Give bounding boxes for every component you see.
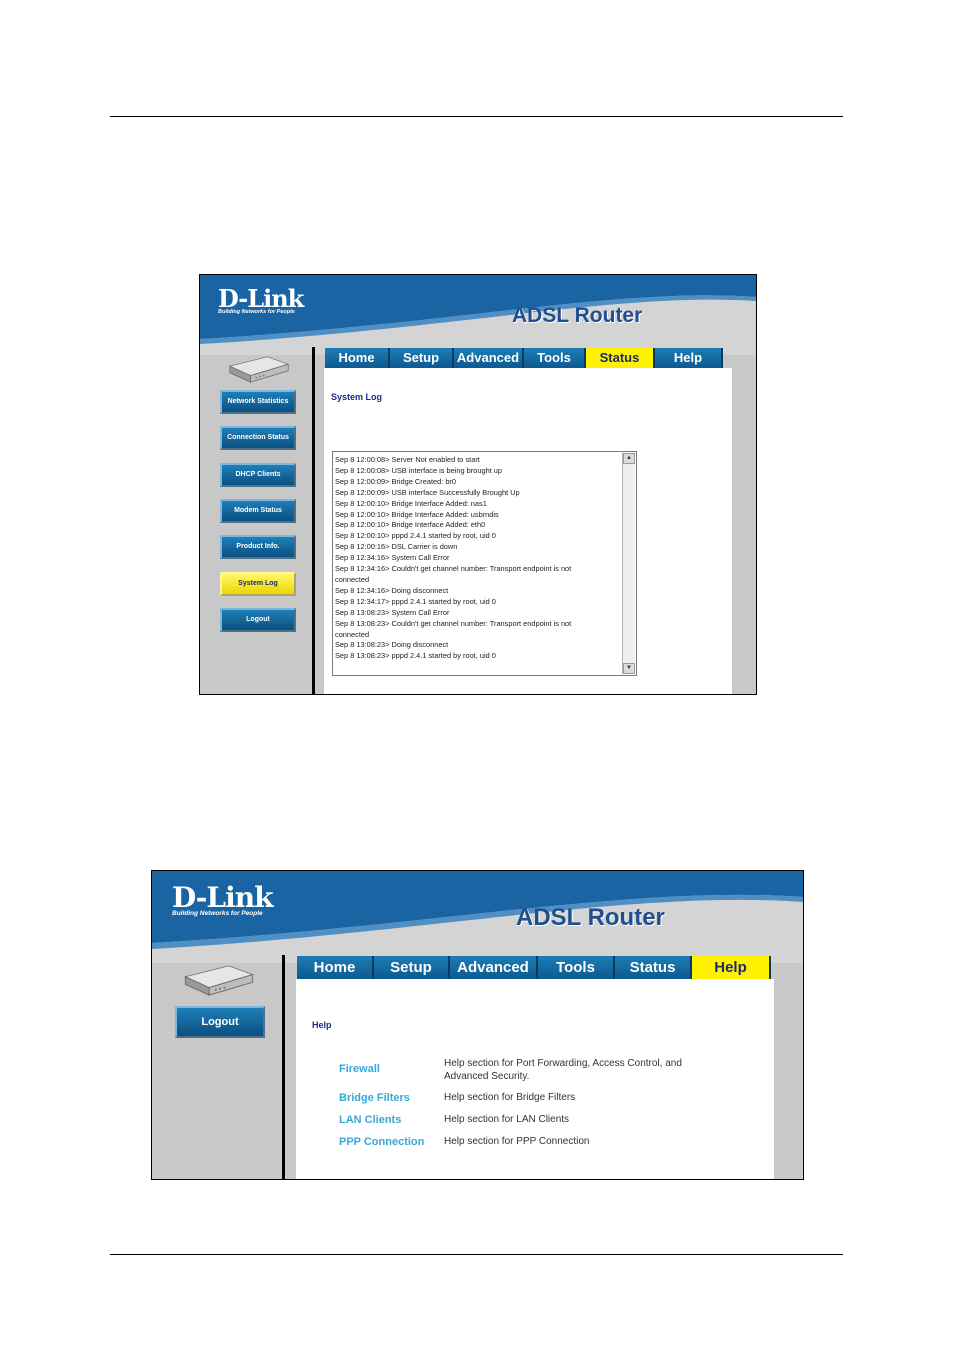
log-line: Sep 8 12:00:09> Bridge Created: br0	[335, 476, 457, 486]
tagline: Building Networks for People	[218, 309, 295, 315]
log-line: connected	[335, 574, 370, 584]
router-device-icon	[228, 356, 290, 383]
system-log-textarea[interactable]: Sep 8 12:00:08> Server Not enabled to st…	[332, 451, 637, 676]
tagline: Building Networks for People	[172, 910, 263, 917]
sidebar-item-modem-status[interactable]: Modem Status	[220, 498, 296, 523]
sidebar-divider	[312, 347, 315, 694]
tab-tools[interactable]: Tools	[524, 348, 586, 368]
help-description: Help section for PPP Connection	[444, 1136, 590, 1147]
help-link-ppp-connection[interactable]: PPP Connection	[339, 1136, 424, 1148]
banner: D-Link Building Networks for People ADSL…	[152, 871, 803, 963]
log-line: Sep 8 13:08:23> pppd 2.4.1 started by ro…	[335, 651, 496, 661]
status-tab-bar: Home Setup Advanced Tools Status Help	[325, 348, 723, 368]
product-title: ADSL Router	[516, 904, 665, 931]
sidebar-item-connection-status[interactable]: Connection Status	[220, 426, 296, 451]
router-device-icon	[184, 965, 255, 996]
sidebar-item-dhcp-clients[interactable]: DHCP Clients	[220, 462, 296, 487]
help-content: Help Firewall Help section for Port Forwa…	[296, 979, 774, 1179]
log-line: Sep 8 12:00:09> USB interface Successful…	[335, 487, 520, 497]
log-line: Sep 8 12:00:10> Bridge Interface Added: …	[335, 520, 486, 530]
banner: D-Link Building Networks for People ADSL…	[200, 275, 756, 355]
log-line: Sep 8 12:00:10> pppd 2.4.1 started by ro…	[335, 531, 496, 541]
tab-help[interactable]: Help	[655, 348, 723, 368]
log-line: Sep 8 12:34:16> Doing disconnect	[335, 585, 449, 595]
log-line: Sep 8 12:34:16> System Call Error	[335, 553, 450, 563]
log-scrollbar[interactable]: ▲ ▼	[622, 453, 635, 674]
tab-status[interactable]: Status	[615, 956, 692, 979]
tab-home[interactable]: Home	[297, 956, 374, 979]
tab-advanced[interactable]: Advanced	[454, 348, 524, 368]
log-line: Sep 8 12:00:16> DSL Carrier is down	[335, 542, 458, 552]
help-description: Help section for LAN Clients	[444, 1114, 570, 1125]
section-title: System Log	[331, 392, 383, 402]
sidebar-item-product-info[interactable]: Product Info.	[220, 535, 296, 560]
log-line: Sep 8 12:34:17> pppd 2.4.1 started by ro…	[335, 596, 496, 606]
help-screenshot: D-Link Building Networks for People ADSL…	[151, 870, 804, 1180]
sidebar-item-network-statistics[interactable]: Network Statistics	[220, 390, 296, 414]
log-line: Sep 8 13:08:23> Couldn't get channel num…	[335, 618, 572, 628]
log-line: Sep 8 12:00:10> Bridge Interface Added: …	[335, 509, 499, 519]
help-link-lan-clients[interactable]: LAN Clients	[339, 1114, 401, 1126]
help-link-bridge-filters[interactable]: Bridge Filters	[339, 1092, 410, 1104]
sidebar-item-system-log[interactable]: System Log	[220, 571, 296, 596]
log-line: Sep 8 13:08:23> System Call Error	[335, 607, 450, 617]
tab-home[interactable]: Home	[325, 348, 390, 368]
log-line: connected	[335, 629, 370, 639]
tab-setup[interactable]: Setup	[374, 956, 450, 979]
tab-help[interactable]: Help	[692, 956, 771, 979]
section-title: Help	[312, 1020, 332, 1030]
scroll-down-icon[interactable]: ▼	[623, 663, 635, 674]
tab-setup[interactable]: Setup	[390, 348, 454, 368]
tab-tools[interactable]: Tools	[538, 956, 615, 979]
log-line: Sep 8 12:34:16> Couldn't get channel num…	[335, 564, 572, 574]
log-line: Sep 8 13:08:23> Doing disconnect	[335, 640, 449, 650]
log-line: Sep 8 12:00:08> USB interface is being b…	[335, 465, 503, 475]
help-tab-bar: Home Setup Advanced Tools Status Help	[297, 956, 771, 979]
help-link-firewall[interactable]: Firewall	[339, 1063, 380, 1075]
product-title: ADSL Router	[512, 304, 643, 327]
sidebar-item-logout[interactable]: Logout	[220, 607, 296, 632]
tab-status[interactable]: Status	[586, 348, 655, 368]
log-line: Sep 8 12:00:08> Server Not enabled to st…	[335, 455, 480, 464]
log-lines: Sep 8 12:00:08> Server Not enabled to st…	[335, 455, 620, 662]
status-screenshot: D-Link Building Networks for People ADSL…	[199, 274, 757, 695]
scroll-up-icon[interactable]: ▲	[623, 453, 635, 464]
top-rule	[110, 116, 843, 117]
help-description: Help section for Bridge Filters	[444, 1092, 576, 1103]
bottom-rule	[110, 1254, 843, 1255]
status-content: System Log Sep 8 12:00:08> Server Not en…	[324, 368, 732, 694]
sidebar-divider	[282, 955, 285, 1179]
tab-advanced[interactable]: Advanced	[450, 956, 538, 979]
sidebar-item-logout[interactable]: Logout	[175, 1006, 265, 1038]
help-description: Help section for Port Forwarding, Access…	[444, 1058, 682, 1082]
log-line: Sep 8 12:00:10> Bridge Interface Added: …	[335, 498, 487, 508]
